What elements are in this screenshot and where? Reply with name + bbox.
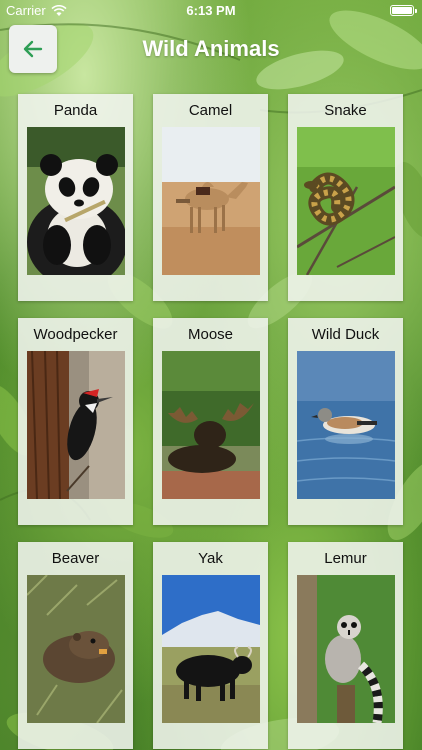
wild-duck-photo: [297, 351, 395, 499]
animal-card-camel[interactable]: Camel: [153, 94, 268, 301]
animal-card-label: Panda: [53, 102, 98, 119]
status-bar: Carrier 6:13 PM: [0, 0, 422, 22]
animal-card-label: Wild Duck: [311, 326, 380, 343]
camel-photo: [162, 127, 260, 275]
animal-card-label: Camel: [188, 102, 233, 119]
woodpecker-photo: [27, 351, 125, 499]
animal-card-label: Woodpecker: [33, 326, 118, 343]
animal-card-label: Moose: [187, 326, 234, 343]
animal-card-label: Lemur: [324, 550, 367, 567]
animal-grid: Panda Camel Snake Woodpecker Moose Wild …: [18, 94, 404, 749]
moose-photo: [162, 351, 260, 499]
animal-card-woodpecker[interactable]: Woodpecker: [18, 318, 133, 525]
status-time: 6:13 PM: [186, 3, 236, 18]
page-title: Wild Animals: [142, 36, 280, 61]
beaver-photo: [27, 575, 125, 723]
animal-card-lemur[interactable]: Lemur: [288, 542, 403, 749]
panda-photo: [27, 127, 125, 275]
yak-photo: [162, 575, 260, 723]
animal-card-label: Snake: [324, 102, 367, 119]
animal-card-moose[interactable]: Moose: [153, 318, 268, 525]
lemur-photo: [297, 575, 395, 723]
animal-card-yak[interactable]: Yak: [153, 542, 268, 749]
animal-card-label: Beaver: [51, 550, 100, 567]
animal-card-wild-duck[interactable]: Wild Duck: [288, 318, 403, 525]
animal-card-label: Yak: [198, 550, 223, 567]
battery-icon: [390, 5, 417, 16]
animal-card-beaver[interactable]: Beaver: [18, 542, 133, 749]
animal-card-panda[interactable]: Panda: [18, 94, 133, 301]
snake-photo: [297, 127, 395, 275]
animal-card-snake[interactable]: Snake: [288, 94, 403, 301]
